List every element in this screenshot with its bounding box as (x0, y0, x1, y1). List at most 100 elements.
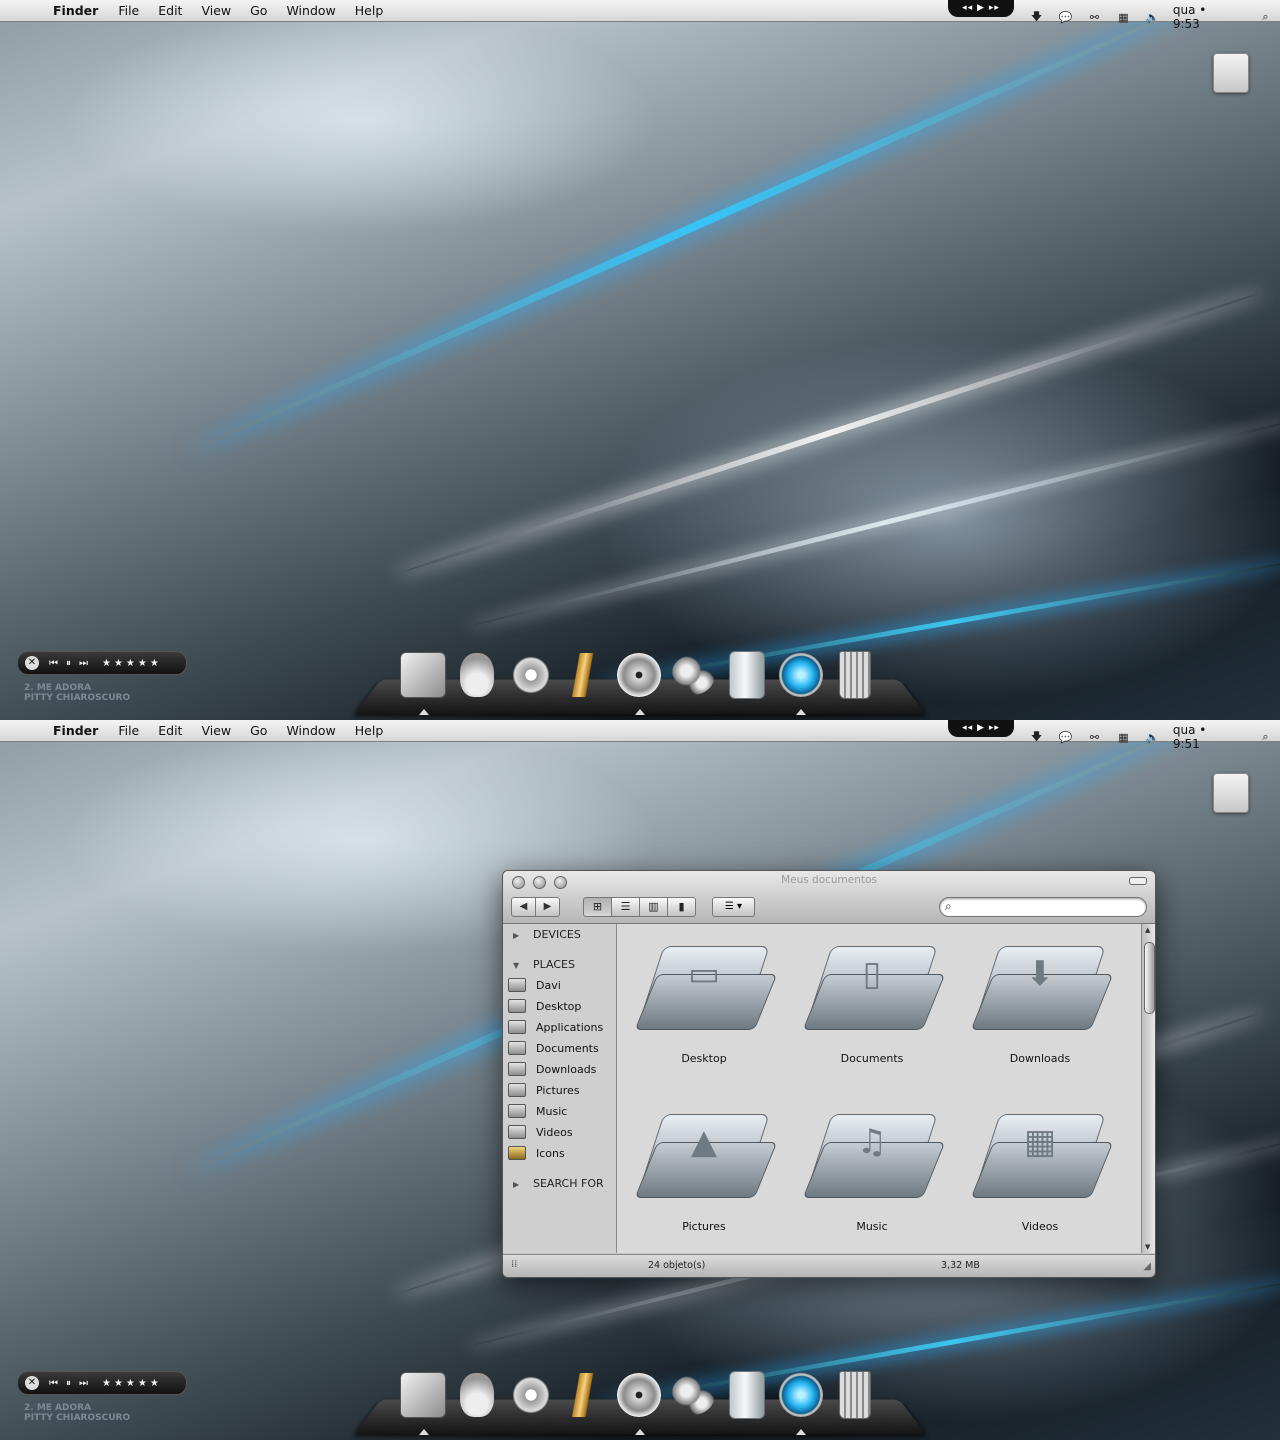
disclosure-triangle-icon[interactable]: ▶ (513, 1180, 533, 1189)
sidebar-item-downloads[interactable]: Downloads (508, 1062, 596, 1076)
spaces-icon[interactable]: ▦ (1109, 731, 1138, 744)
sidebar-section-search-for[interactable]: ▶ SEARCH FOR (513, 1177, 604, 1190)
download-icon[interactable]: 🡇 (1022, 728, 1051, 747)
rating-stars[interactable]: ★★★★★ (102, 1378, 162, 1389)
menu-app-name[interactable]: Finder (53, 3, 98, 18)
dock-item-time-machine[interactable] (774, 648, 828, 702)
dock-item-folder[interactable] (396, 648, 450, 702)
menu-window[interactable]: Window (286, 3, 335, 18)
scroll-up-arrow-icon[interactable]: ▲ (1145, 926, 1150, 934)
pause-icon[interactable]: ⏸ (66, 658, 71, 669)
previous-track-icon[interactable]: ⏮ (49, 1378, 58, 1389)
dock-item-preferences[interactable] (666, 1368, 720, 1422)
disclosure-triangle-icon[interactable]: ▼ (513, 961, 533, 970)
close-icon[interactable]: ✕ (25, 656, 39, 670)
chat-bubble-icon[interactable]: 💬 (1051, 11, 1080, 24)
rating-stars[interactable]: ★★★★★ (102, 658, 162, 669)
pause-icon[interactable]: ⏸ (66, 1378, 71, 1389)
dock-item-bullets[interactable] (558, 1368, 612, 1422)
close-icon[interactable]: ✕ (25, 1376, 39, 1390)
sidebar-item-davi[interactable]: Davi (508, 978, 561, 992)
menu-go[interactable]: Go (250, 3, 267, 18)
scroll-down-arrow-icon[interactable]: ▼ (1145, 1243, 1150, 1251)
sidebar-section-devices[interactable]: ▶ DEVICES (513, 928, 581, 941)
scrollbar-thumb[interactable] (1144, 942, 1155, 1014)
next-track-icon[interactable]: ⏭ (79, 658, 88, 669)
sidebar-item-icons[interactable]: Icons (508, 1146, 565, 1160)
folder-item-desktop[interactable]: ▭ Desktop (620, 924, 788, 1065)
dock-item-trash[interactable] (828, 648, 882, 702)
menu-app-name[interactable]: Finder (53, 723, 98, 738)
volume-icon[interactable]: 🔈 (1138, 11, 1167, 24)
menu-help[interactable]: Help (355, 3, 384, 18)
next-track-icon[interactable]: ⏭ (79, 1378, 88, 1389)
chat-bubble-icon[interactable]: 💬 (1051, 731, 1080, 744)
menu-view[interactable]: View (201, 723, 231, 738)
column-view-button[interactable]: ▥ (640, 897, 668, 917)
download-icon[interactable]: 🡇 (1022, 8, 1051, 27)
sidebar-item-applications[interactable]: Applications (508, 1020, 603, 1034)
spotlight-search-icon[interactable]: ⌕ (1251, 10, 1280, 24)
menu-file[interactable]: File (118, 723, 139, 738)
sidebar-item-documents[interactable]: Documents (508, 1041, 599, 1055)
menu-edit[interactable]: Edit (158, 3, 182, 18)
window-titlebar[interactable]: Meus documentos ◀ ▶ ⊞ ☰ ▥ ▮ ☰ ▾ ⌕ (503, 871, 1155, 924)
vertical-scrollbar[interactable]: ▲ ▼ (1141, 924, 1155, 1253)
coverflow-view-button[interactable]: ▮ (668, 897, 696, 917)
list-view-button[interactable]: ☰ (612, 897, 640, 917)
folder-item-music[interactable]: ♫ Music (788, 1092, 956, 1233)
sidebar-item-desktop[interactable]: Desktop (508, 999, 581, 1013)
dock-item-adium[interactable] (450, 1368, 504, 1422)
menu-help[interactable]: Help (355, 723, 384, 738)
dock-item-prism[interactable] (720, 1368, 774, 1422)
icon-view-button[interactable]: ⊞ (583, 897, 612, 917)
resize-grip-icon[interactable]: ◢ (1143, 1261, 1151, 1272)
dock-item-dvd[interactable] (612, 1368, 666, 1422)
hard-drive-icon[interactable] (1213, 53, 1249, 93)
media-controls[interactable]: ◂◂ ▶ ▸▸ (948, 0, 1014, 17)
arrange-menu-button[interactable]: ☰ ▾ (712, 897, 755, 917)
status-bar: ⁞⁞ 24 objeto(s) 3,32 MB ◢ (503, 1254, 1155, 1277)
bullets-icon (565, 1373, 605, 1417)
menu-file[interactable]: File (118, 3, 139, 18)
dock-item-adium[interactable] (450, 648, 504, 702)
dock-item-prism[interactable] (720, 648, 774, 702)
grid-toggle-icon[interactable]: ⁞⁞ (511, 1259, 517, 1270)
search-input[interactable]: ⌕ (939, 897, 1147, 917)
forward-button[interactable]: ▶ (536, 897, 560, 917)
toolbar-toggle-button[interactable] (1129, 877, 1147, 885)
volume-icon[interactable]: 🔈 (1138, 731, 1167, 744)
dock-item-utility[interactable] (504, 1368, 558, 1422)
hard-drive-icon[interactable] (1213, 773, 1249, 813)
dock-item-time-machine[interactable] (774, 1368, 828, 1422)
spaces-icon[interactable]: ▦ (1109, 11, 1138, 24)
spotlight-search-icon[interactable]: ⌕ (1251, 730, 1280, 744)
back-button[interactable]: ◀ (511, 897, 536, 917)
previous-track-icon[interactable]: ⏮ (49, 658, 58, 669)
menu-edit[interactable]: Edit (158, 723, 182, 738)
disclosure-triangle-icon[interactable]: ▶ (513, 931, 533, 940)
media-controls[interactable]: ◂◂ ▶ ▸▸ (948, 720, 1014, 737)
menubar-clock[interactable]: qua • 9:53 (1173, 3, 1237, 31)
menubar-clock[interactable]: qua • 9:51 (1173, 723, 1237, 751)
downloads-folder-icon (508, 1062, 526, 1076)
folder-item-downloads[interactable]: ⬇ Downloads (956, 924, 1124, 1065)
sidebar-section-places[interactable]: ▼ PLACES (513, 958, 575, 971)
dock-item-utility[interactable] (504, 648, 558, 702)
dock-item-folder[interactable] (396, 1368, 450, 1422)
users-icon[interactable]: ⚯ (1080, 731, 1109, 744)
folder-item-pictures[interactable]: ▲ Pictures (620, 1092, 788, 1233)
sidebar-item-videos[interactable]: Videos (508, 1125, 573, 1139)
menu-view[interactable]: View (201, 3, 231, 18)
sidebar-item-pictures[interactable]: Pictures (508, 1083, 580, 1097)
dock-item-dvd[interactable] (612, 648, 666, 702)
dock-item-preferences[interactable] (666, 648, 720, 702)
users-icon[interactable]: ⚯ (1080, 11, 1109, 24)
sidebar-item-music[interactable]: Music (508, 1104, 567, 1118)
folder-item-documents[interactable]: ▯ Documents (788, 924, 956, 1065)
folder-item-videos[interactable]: ▦ Videos (956, 1092, 1124, 1233)
dock-item-bullets[interactable] (558, 648, 612, 702)
menu-go[interactable]: Go (250, 723, 267, 738)
dock-item-trash[interactable] (828, 1368, 882, 1422)
menu-window[interactable]: Window (286, 723, 335, 738)
